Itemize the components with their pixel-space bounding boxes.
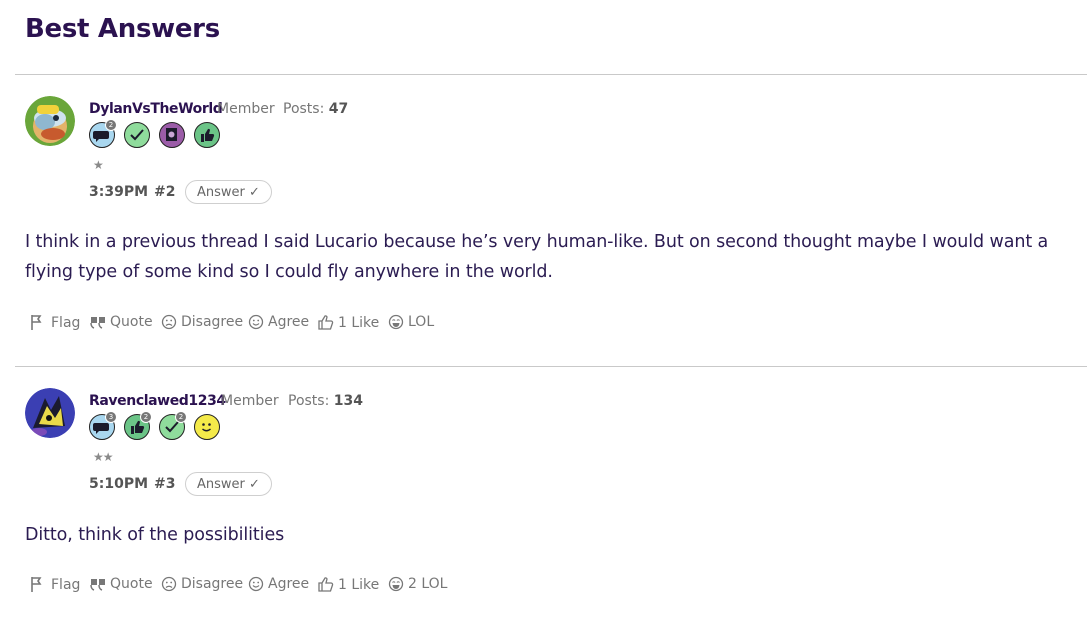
- check-badge-icon[interactable]: [124, 122, 150, 148]
- post-time[interactable]: 5:10PM: [89, 476, 148, 492]
- username[interactable]: Ravenclawed1234: [89, 393, 226, 409]
- like-label: 1 Like: [338, 576, 380, 593]
- lol-button[interactable]: 2 LOL: [388, 576, 447, 592]
- laugh-icon: [388, 576, 404, 592]
- rank-stars: ★★: [93, 450, 113, 464]
- badge-count: 2: [140, 411, 152, 423]
- check-badge-icon[interactable]: 2: [159, 411, 187, 440]
- agree-button[interactable]: Agree: [248, 314, 309, 330]
- flag-button[interactable]: Flag: [30, 576, 80, 593]
- quote-icon: [90, 579, 105, 591]
- badge-count: 3: [105, 411, 117, 423]
- like-button[interactable]: 1 Like: [317, 314, 379, 331]
- thumbs-up-icon: [318, 315, 334, 330]
- post-count: Posts: 134: [288, 393, 363, 409]
- post-body: I think in a previous thread I said Luca…: [25, 232, 1049, 282]
- thumbs-up-badge-icon[interactable]: 2: [124, 411, 152, 440]
- flag-label: Flag: [51, 314, 81, 331]
- badge-count: 2: [105, 119, 117, 131]
- comment-badge-icon[interactable]: 2: [89, 119, 117, 148]
- disagree-label: Disagree: [181, 314, 244, 330]
- flag-button[interactable]: Flag: [30, 314, 80, 331]
- disagree-button[interactable]: Disagree: [161, 576, 243, 592]
- quote-label: Quote: [110, 314, 153, 330]
- answer-badge: Answer ✓: [185, 472, 272, 496]
- quote-button[interactable]: Quote: [90, 314, 153, 330]
- smile-icon: [248, 314, 264, 330]
- agree-label: Agree: [268, 314, 310, 330]
- frown-icon: [161, 576, 177, 592]
- post-number[interactable]: #3: [154, 476, 175, 492]
- quote-button[interactable]: Quote: [90, 576, 153, 592]
- thumbs-up-icon: [318, 577, 334, 592]
- smile-icon: [248, 576, 264, 592]
- page-title: Best Answers: [25, 14, 220, 44]
- photo-badge-icon[interactable]: [159, 122, 185, 148]
- flag-icon: [31, 577, 42, 592]
- divider: [15, 74, 1087, 75]
- answer-badge: Answer ✓: [185, 180, 272, 204]
- laugh-icon: [388, 314, 404, 330]
- post-body: Ditto, think of the possibilities: [25, 525, 285, 545]
- frown-icon: [161, 314, 177, 330]
- post-time[interactable]: 3:39PM: [89, 184, 148, 200]
- thumbs-up-badge-icon[interactable]: [194, 122, 220, 148]
- like-button[interactable]: 1 Like: [317, 576, 379, 593]
- like-label: 1 Like: [338, 314, 380, 331]
- avatar[interactable]: [25, 388, 75, 438]
- smiley-badge-icon[interactable]: [194, 414, 220, 440]
- disagree-button[interactable]: Disagree: [161, 314, 243, 330]
- lol-label: LOL: [408, 314, 435, 330]
- quote-label: Quote: [110, 576, 153, 592]
- flag-label: Flag: [51, 576, 81, 593]
- avatar[interactable]: [25, 96, 75, 146]
- post-count: Posts: 47: [283, 101, 349, 117]
- badge-count: 2: [175, 411, 187, 423]
- post-number[interactable]: #2: [154, 184, 175, 200]
- comment-badge-icon[interactable]: 3: [89, 411, 117, 440]
- username[interactable]: DylanVsTheWorld: [89, 101, 223, 117]
- disagree-label: Disagree: [181, 576, 244, 592]
- user-role: Member: [221, 393, 279, 409]
- user-role: Member: [217, 101, 275, 117]
- agree-button[interactable]: Agree: [248, 576, 309, 592]
- divider: [15, 366, 1087, 367]
- lol-button[interactable]: LOL: [388, 314, 434, 330]
- agree-label: Agree: [268, 576, 310, 592]
- flag-icon: [31, 315, 42, 330]
- quote-icon: [90, 317, 105, 329]
- lol-label: 2 LOL: [408, 576, 448, 592]
- rank-stars: ★: [93, 158, 104, 172]
